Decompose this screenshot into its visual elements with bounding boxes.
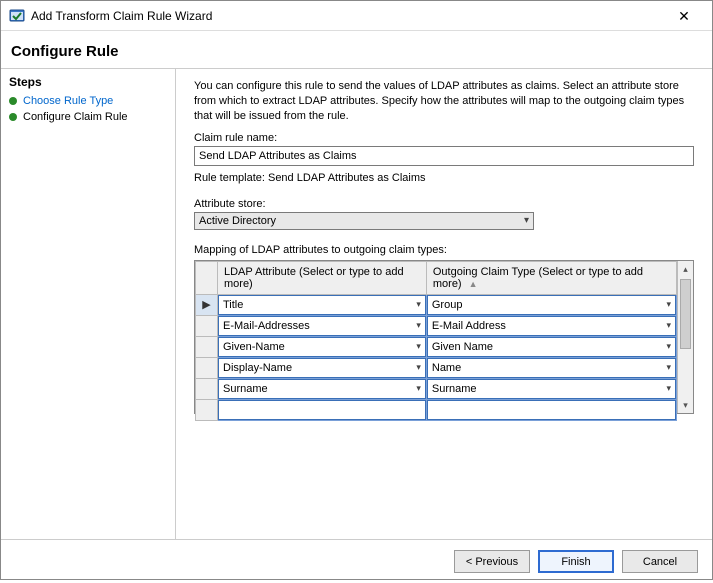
chevron-down-icon: ▾	[524, 215, 529, 226]
mapping-grid: LDAP Attribute (Select or type to add mo…	[195, 261, 677, 421]
steps-sidebar: Steps Choose Rule Type Configure Claim R…	[1, 69, 176, 539]
row-indicator[interactable]	[196, 357, 218, 378]
content-pane: You can configure this rule to send the …	[176, 69, 712, 539]
grid-col-ldap-label: LDAP Attribute (Select or type to add mo…	[224, 266, 404, 290]
claim-type-cell[interactable]: Surname ▾	[427, 379, 676, 399]
main-area: Steps Choose Rule Type Configure Claim R…	[1, 69, 712, 539]
chevron-down-icon: ▾	[666, 383, 671, 394]
cell-value: Surname	[223, 383, 268, 395]
step-choose-rule-type[interactable]: Choose Rule Type	[9, 93, 167, 109]
titlebar: Add Transform Claim Rule Wizard ✕	[1, 1, 712, 31]
grid-col-claim-header[interactable]: Outgoing Claim Type (Select or type to a…	[426, 261, 676, 294]
ldap-attribute-cell[interactable]	[218, 400, 426, 420]
attribute-store-select[interactable]: Active Directory ▾	[194, 212, 534, 230]
claim-type-cell[interactable]: E-Mail Address ▾	[427, 316, 676, 336]
description-text: You can configure this rule to send the …	[194, 79, 694, 124]
steps-heading: Steps	[9, 75, 167, 89]
attribute-store-label: Attribute store:	[194, 198, 694, 210]
step-bullet-icon	[9, 113, 17, 121]
cell-value: Name	[432, 362, 461, 374]
row-indicator[interactable]	[196, 315, 218, 336]
cell-value: Surname	[432, 383, 477, 395]
cell-value: Given-Name	[223, 341, 285, 353]
cancel-button[interactable]: Cancel	[622, 550, 698, 573]
chevron-down-icon: ▾	[416, 341, 421, 352]
ldap-attribute-cell[interactable]: Title ▾	[218, 295, 426, 315]
footer-buttons: < Previous Finish Cancel	[1, 539, 712, 583]
scroll-thumb[interactable]	[680, 279, 691, 349]
chevron-down-icon: ▾	[666, 320, 671, 331]
grid-scrollbar[interactable]: ▴ ▾	[677, 261, 693, 413]
cell-value: E-Mail-Addresses	[223, 320, 310, 332]
claim-type-cell[interactable]	[427, 400, 676, 420]
step-label: Configure Claim Rule	[23, 111, 128, 123]
table-row: Surname ▾ Surname ▾	[196, 378, 677, 399]
ldap-attribute-cell[interactable]: E-Mail-Addresses ▾	[218, 316, 426, 336]
close-button[interactable]: ✕	[664, 2, 704, 30]
cell-value: Group	[432, 299, 463, 311]
cell-value: E-Mail Address	[432, 320, 506, 332]
claim-rule-name-input[interactable]	[194, 146, 694, 166]
step-configure-claim-rule[interactable]: Configure Claim Rule	[9, 109, 167, 125]
finish-button[interactable]: Finish	[538, 550, 614, 573]
previous-button[interactable]: < Previous	[454, 550, 530, 573]
mapping-grid-container: LDAP Attribute (Select or type to add mo…	[194, 260, 694, 414]
row-indicator[interactable]	[196, 378, 218, 399]
table-row: ▶ Title ▾ Group ▾	[196, 294, 677, 315]
step-bullet-icon	[9, 97, 17, 105]
chevron-down-icon: ▾	[416, 383, 421, 394]
chevron-down-icon: ▾	[416, 320, 421, 331]
scroll-down-icon[interactable]: ▾	[678, 397, 693, 413]
ldap-attribute-cell[interactable]: Given-Name ▾	[218, 337, 426, 357]
page-heading: Configure Rule	[1, 31, 712, 68]
table-row-empty	[196, 399, 677, 420]
ldap-attribute-cell[interactable]: Surname ▾	[218, 379, 426, 399]
chevron-down-icon: ▾	[666, 341, 671, 352]
row-indicator[interactable]	[196, 399, 218, 420]
chevron-down-icon: ▾	[666, 299, 671, 310]
cell-value: Display-Name	[223, 362, 292, 374]
ldap-attribute-cell[interactable]: Display-Name ▾	[218, 358, 426, 378]
claim-type-cell[interactable]: Given Name ▾	[427, 337, 676, 357]
attribute-store-value: Active Directory	[199, 215, 276, 227]
chevron-down-icon: ▾	[416, 362, 421, 373]
row-indicator[interactable]: ▶	[196, 294, 218, 315]
table-row: E-Mail-Addresses ▾ E-Mail Address ▾	[196, 315, 677, 336]
mapping-label: Mapping of LDAP attributes to outgoing c…	[194, 244, 694, 256]
claim-rule-name-label: Claim rule name:	[194, 132, 694, 144]
table-row: Display-Name ▾ Name ▾	[196, 357, 677, 378]
wizard-icon	[9, 8, 25, 24]
window-title: Add Transform Claim Rule Wizard	[31, 9, 664, 23]
claim-type-cell[interactable]: Name ▾	[427, 358, 676, 378]
grid-col-ldap-header[interactable]: LDAP Attribute (Select or type to add mo…	[218, 261, 427, 294]
row-indicator[interactable]	[196, 336, 218, 357]
sort-asc-icon: ▲	[469, 279, 478, 289]
cell-value: Given Name	[432, 341, 493, 353]
chevron-down-icon: ▾	[666, 362, 671, 373]
scroll-up-icon[interactable]: ▴	[678, 261, 693, 277]
claim-type-cell[interactable]: Group ▾	[427, 295, 676, 315]
rule-template-text: Rule template: Send LDAP Attributes as C…	[194, 172, 694, 184]
table-row: Given-Name ▾ Given Name ▾	[196, 336, 677, 357]
chevron-down-icon: ▾	[416, 299, 421, 310]
grid-col-claim-label: Outgoing Claim Type (Select or type to a…	[433, 266, 643, 290]
grid-corner	[196, 261, 218, 294]
step-label: Choose Rule Type	[23, 95, 113, 107]
cell-value: Title	[223, 299, 243, 311]
